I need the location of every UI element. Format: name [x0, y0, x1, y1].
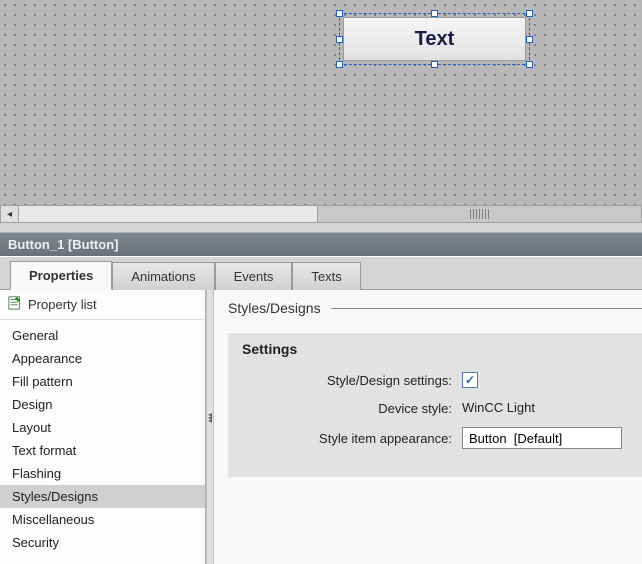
sidebar-item-label: General — [12, 328, 58, 343]
settings-group-title: Settings — [242, 341, 628, 357]
splitter-grip-icon: ◂◂◂ — [208, 413, 212, 422]
scrollbar-thumb[interactable] — [317, 206, 641, 222]
tab-label: Texts — [311, 269, 341, 284]
resize-handle-sw[interactable] — [336, 61, 343, 68]
device-style-value: WinCC Light — [462, 398, 535, 417]
tab-texts[interactable]: Texts — [292, 262, 360, 290]
sidebar-item-text-format[interactable]: Text format — [0, 439, 205, 462]
design-canvas[interactable]: Text — [0, 0, 642, 205]
resize-handle-w[interactable] — [336, 36, 343, 43]
chevron-left-icon: ◂ — [7, 209, 12, 220]
vertical-splitter[interactable]: ◂◂◂ — [206, 290, 214, 564]
row-device-style: Device style: WinCC Light — [242, 399, 628, 417]
resize-handle-s[interactable] — [431, 61, 438, 68]
grip-icon — [470, 209, 490, 219]
style-item-appearance-input[interactable] — [462, 427, 622, 449]
sidebar-item-label: Flashing — [12, 466, 61, 481]
property-list-title: Property list — [28, 297, 97, 312]
sidebar-item-fill-pattern[interactable]: Fill pattern — [0, 370, 205, 393]
sidebar-item-security[interactable]: Security — [0, 531, 205, 554]
check-icon: ✓ — [465, 373, 475, 387]
tab-properties[interactable]: Properties — [10, 261, 112, 290]
row-style-design-settings: Style/Design settings: ✓ — [242, 371, 628, 389]
sidebar-item-design[interactable]: Design — [0, 393, 205, 416]
resize-handle-ne[interactable] — [526, 10, 533, 17]
sidebar-item-label: Appearance — [12, 351, 82, 366]
settings-group: Settings Style/Design settings: ✓ Device… — [228, 332, 642, 477]
property-list-icon — [8, 296, 22, 313]
resize-handle-n[interactable] — [431, 10, 438, 17]
property-list-header: Property list — [0, 290, 205, 320]
scrollbar-track[interactable] — [19, 206, 641, 222]
property-list-sidebar: Property list General Appearance Fill pa… — [0, 290, 206, 564]
object-title-bar: Button_1 [Button] — [0, 232, 642, 256]
scroll-left-button[interactable]: ◂ — [1, 206, 19, 222]
horizontal-scrollbar[interactable]: ◂ — [0, 205, 642, 223]
panel-gap — [0, 223, 642, 232]
sidebar-item-label: Design — [12, 397, 52, 412]
resize-handle-nw[interactable] — [336, 10, 343, 17]
style-item-appearance-label: Style item appearance: — [242, 431, 462, 446]
tab-strip: Properties Animations Events Texts — [0, 256, 642, 290]
resize-handle-se[interactable] — [526, 61, 533, 68]
button-widget[interactable]: Text — [343, 17, 526, 61]
sidebar-item-label: Security — [12, 535, 59, 550]
button-widget-label: Text — [415, 28, 455, 51]
style-design-settings-checkbox[interactable]: ✓ — [462, 372, 478, 388]
properties-pane: Styles/Designs Settings Style/Design set… — [214, 290, 642, 564]
tab-label: Properties — [29, 268, 93, 283]
sidebar-item-label: Styles/Designs — [12, 489, 98, 504]
tab-label: Animations — [131, 269, 195, 284]
style-design-settings-label: Style/Design settings: — [242, 373, 462, 388]
row-style-item-appearance: Style item appearance: — [242, 427, 628, 449]
properties-content: Property list General Appearance Fill pa… — [0, 290, 642, 564]
sidebar-item-label: Miscellaneous — [12, 512, 94, 527]
sidebar-item-styles-designs[interactable]: Styles/Designs — [0, 485, 205, 508]
sidebar-item-miscellaneous[interactable]: Miscellaneous — [0, 508, 205, 531]
tab-events[interactable]: Events — [215, 262, 293, 290]
tab-animations[interactable]: Animations — [112, 262, 214, 290]
object-title: Button_1 [Button] — [8, 237, 118, 252]
sidebar-item-label: Layout — [12, 420, 51, 435]
sidebar-item-general[interactable]: General — [0, 324, 205, 347]
sidebar-item-label: Text format — [12, 443, 76, 458]
sidebar-item-flashing[interactable]: Flashing — [0, 462, 205, 485]
sidebar-item-label: Fill pattern — [12, 374, 73, 389]
property-list[interactable]: General Appearance Fill pattern Design L… — [0, 320, 205, 564]
device-style-label: Device style: — [242, 401, 462, 416]
sidebar-item-layout[interactable]: Layout — [0, 416, 205, 439]
resize-handle-e[interactable] — [526, 36, 533, 43]
pane-title: Styles/Designs — [228, 300, 321, 316]
title-rule — [331, 308, 642, 309]
sidebar-item-appearance[interactable]: Appearance — [0, 347, 205, 370]
tab-label: Events — [234, 269, 274, 284]
